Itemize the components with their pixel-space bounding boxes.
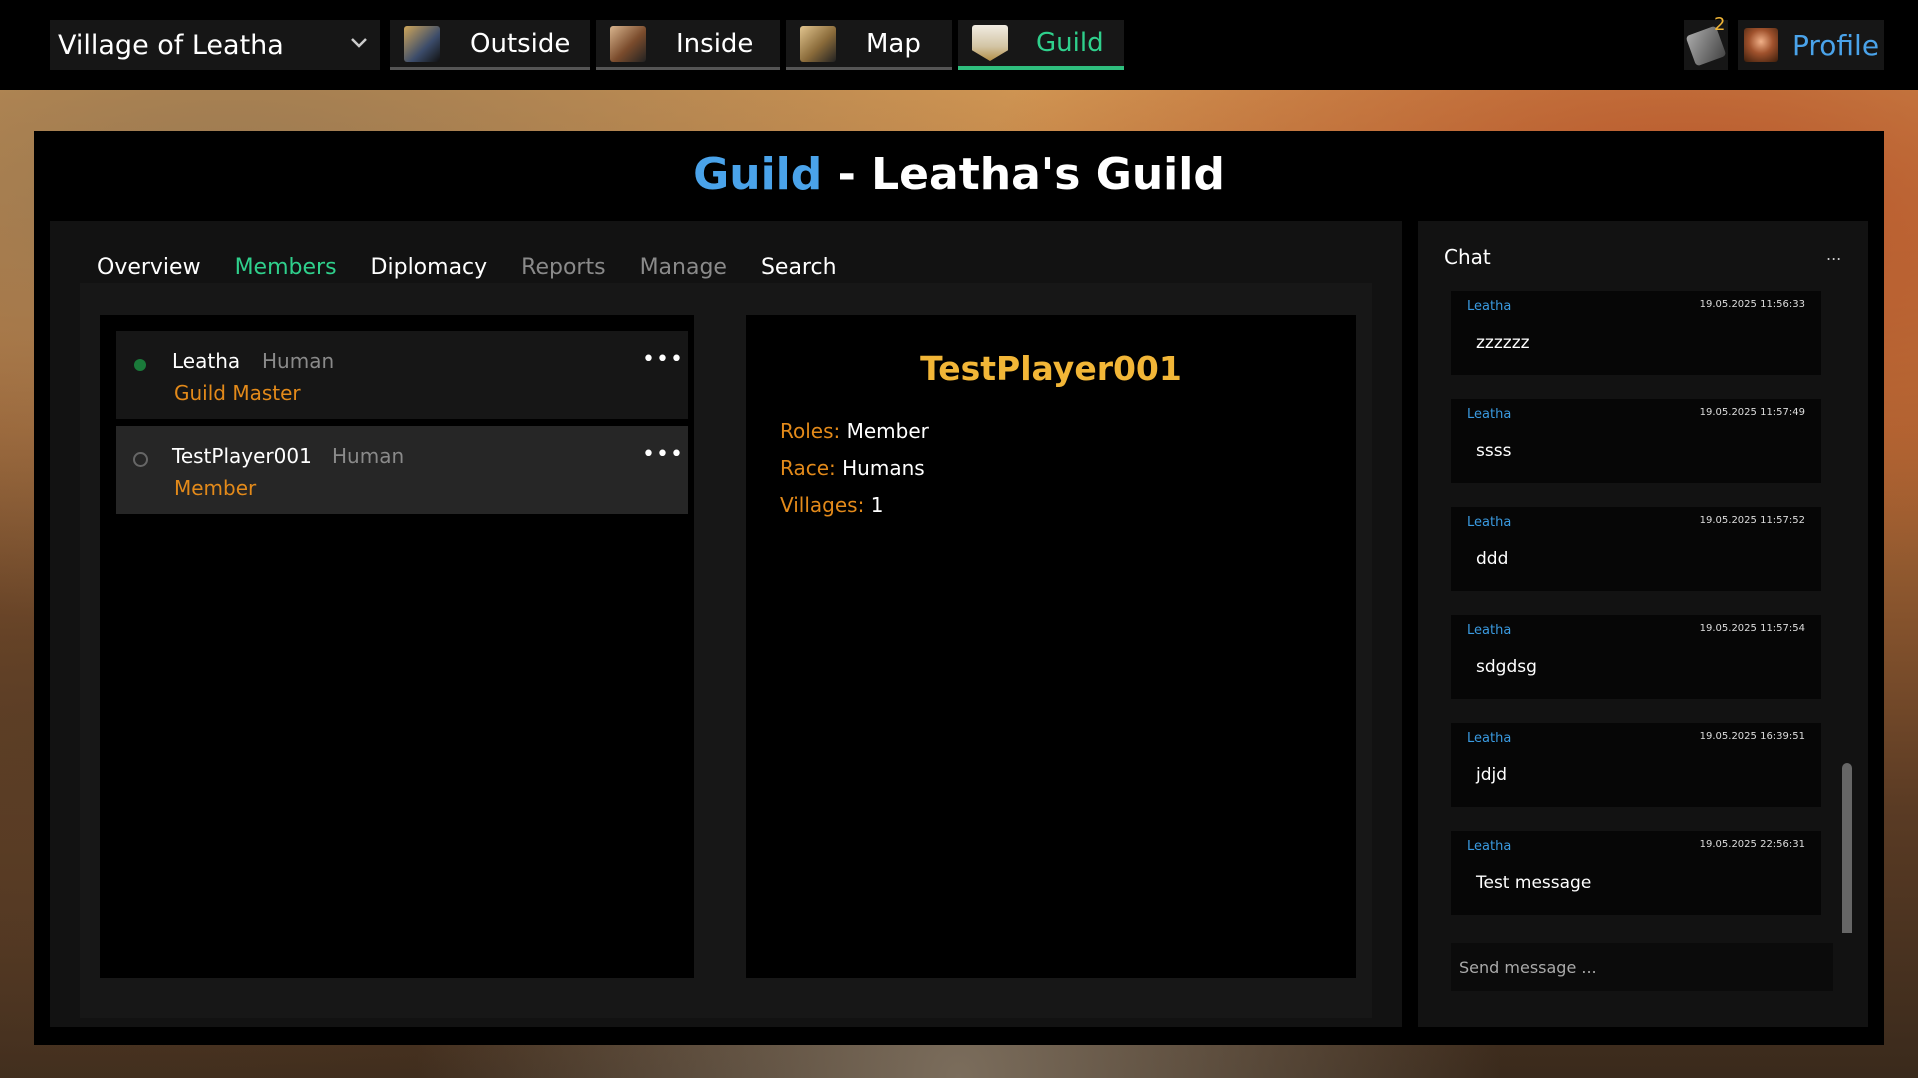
chat-message-list[interactable]: Leatha 19.05.2025 11:56:33 zzzzzz Leatha…: [1418, 283, 1868, 933]
more-options-icon[interactable]: •••: [642, 444, 683, 471]
member-race: Human: [262, 349, 335, 373]
profile-label: Profile: [1792, 28, 1880, 62]
top-bar: Village of Leatha Outside Inside Map Gui…: [0, 0, 1918, 90]
online-status-icon: [134, 359, 146, 371]
message-timestamp: 19.05.2025 11:57:49: [1699, 407, 1805, 418]
message-timestamp: 19.05.2025 11:56:33: [1699, 299, 1805, 310]
member-role: Guild Master: [174, 381, 301, 405]
message-text: sdgdsg: [1476, 657, 1537, 677]
guild-content-area: Overview Members Diplomacy Reports Manag…: [50, 221, 1402, 1027]
chat-message: Leatha 19.05.2025 11:57:52 ddd: [1451, 507, 1821, 591]
inside-icon: [610, 25, 646, 62]
chat-message: Leatha 19.05.2025 11:57:54 sdgdsg: [1451, 615, 1821, 699]
detail-race: Race: Humans: [780, 456, 925, 480]
race-label: Race:: [780, 456, 836, 480]
notification-count-badge: 2: [1714, 14, 1726, 35]
message-text: zzzzzz: [1476, 333, 1530, 353]
chat-more-button[interactable]: ...: [1826, 245, 1841, 264]
tab-reports: Reports: [521, 254, 606, 280]
tab-search[interactable]: Search: [744, 247, 854, 287]
member-name: TestPlayer001: [172, 444, 312, 468]
nav-tab-map[interactable]: Map: [786, 20, 952, 70]
tab-manage: Manage: [639, 254, 727, 280]
race-value: Humans: [842, 456, 925, 480]
nav-tab-outside[interactable]: Outside: [390, 20, 590, 70]
member-race: Human: [332, 444, 405, 468]
page-title: Guild - Leatha's Guild: [34, 149, 1884, 200]
nav-tab-label: Guild: [1036, 28, 1104, 58]
message-author[interactable]: Leatha: [1467, 731, 1511, 746]
message-text: Test message: [1476, 873, 1592, 893]
nav-tab-guild[interactable]: Guild: [958, 20, 1124, 70]
chat-message: Leatha 19.05.2025 16:39:51 jdjd: [1451, 723, 1821, 807]
tab-overview[interactable]: Overview: [80, 247, 218, 287]
message-timestamp: 19.05.2025 16:39:51: [1699, 731, 1805, 742]
map-icon: [800, 25, 836, 62]
chat-message: Leatha 19.05.2025 11:56:33 zzzzzz: [1451, 291, 1821, 375]
member-detail-panel: TestPlayer001 Roles: Member Race: Humans…: [746, 315, 1356, 978]
detail-villages: Villages: 1: [780, 493, 883, 517]
message-author[interactable]: Leatha: [1467, 623, 1511, 638]
chat-title: Chat: [1444, 245, 1491, 269]
message-timestamp: 19.05.2025 11:57:54: [1699, 623, 1805, 634]
avatar: [1744, 28, 1778, 62]
nav-tab-label: Inside: [676, 28, 754, 59]
detail-roles: Roles: Member: [780, 419, 929, 443]
tab-diplomacy[interactable]: Diplomacy: [354, 247, 505, 287]
message-timestamp: 19.05.2025 22:56:31: [1699, 839, 1805, 850]
chat-message: Leatha 19.05.2025 11:57:49 ssss: [1451, 399, 1821, 483]
member-name: Leatha: [172, 349, 241, 373]
guild-icon: [972, 25, 1008, 61]
message-author[interactable]: Leatha: [1467, 407, 1511, 422]
roles-value: Member: [846, 419, 929, 443]
message-author[interactable]: Leatha: [1467, 839, 1511, 854]
villages-value: 1: [870, 493, 884, 517]
outside-icon: [404, 25, 440, 62]
chat-message-input[interactable]: [1451, 943, 1833, 991]
villages-label: Villages:: [780, 493, 865, 517]
message-text: ddd: [1476, 549, 1509, 569]
message-author[interactable]: Leatha: [1467, 515, 1511, 530]
chevron-down-icon: [351, 38, 367, 48]
members-list: Leatha Human Guild Master ••• TestPlayer…: [100, 315, 694, 978]
notifications-button[interactable]: 2: [1684, 14, 1728, 70]
chat-scrollbar[interactable]: [1842, 763, 1852, 933]
chat-panel: Chat ... Leatha 19.05.2025 11:56:33 zzzz…: [1418, 221, 1868, 1027]
nav-tab-inside[interactable]: Inside: [596, 20, 780, 70]
page-title-prefix: Guild: [693, 149, 823, 200]
message-timestamp: 19.05.2025 11:57:52: [1699, 515, 1805, 526]
nav-tab-label: Outside: [470, 28, 571, 59]
village-select-value: Village of Leatha: [58, 29, 284, 61]
profile-button[interactable]: Profile: [1738, 20, 1884, 70]
message-text: ssss: [1476, 441, 1512, 461]
member-row[interactable]: Leatha Human Guild Master •••: [116, 331, 688, 419]
member-role: Member: [174, 476, 257, 500]
village-select[interactable]: Village of Leatha: [50, 20, 380, 70]
guild-window: Guild - Leatha's Guild Overview Members …: [34, 131, 1884, 1045]
offline-status-icon: [133, 452, 148, 467]
message-author[interactable]: Leatha: [1467, 299, 1511, 314]
roles-label: Roles:: [780, 419, 841, 443]
detail-player-name: TestPlayer001: [920, 349, 1182, 388]
more-options-icon[interactable]: •••: [642, 349, 683, 376]
nav-tab-label: Map: [866, 28, 921, 59]
chat-message: Leatha 19.05.2025 22:56:31 Test message: [1451, 831, 1821, 915]
member-row[interactable]: TestPlayer001 Human Member •••: [116, 426, 688, 514]
message-text: jdjd: [1476, 765, 1508, 785]
page-title-rest: - Leatha's Guild: [822, 149, 1225, 200]
